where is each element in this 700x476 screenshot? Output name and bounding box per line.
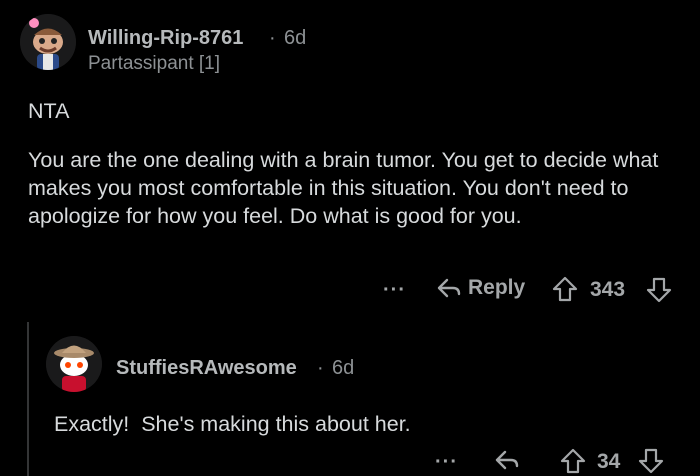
downvote-icon[interactable] <box>646 277 672 303</box>
snoo-avatar-icon <box>46 336 102 392</box>
more-options-button[interactable]: ··· <box>383 279 406 302</box>
reply-separator: · <box>317 357 324 379</box>
user-avatar[interactable] <box>20 14 76 70</box>
reply-label: Reply <box>468 276 526 299</box>
thread-line[interactable] <box>27 322 29 476</box>
comment-separator: · <box>269 27 276 49</box>
upvote-icon[interactable] <box>552 276 578 302</box>
comment-age: 6d <box>284 27 307 49</box>
reply-score: 34 <box>597 450 621 473</box>
reply-button[interactable]: Reply <box>436 276 525 300</box>
comment-body: You are the one dealing with a brain tum… <box>28 148 659 228</box>
reply-avatar[interactable] <box>46 336 102 392</box>
comment-score: 343 <box>590 278 626 301</box>
comment-username[interactable]: Willing-Rip-8761 <box>88 27 243 50</box>
user-flair: Partassipant [1] <box>88 53 221 74</box>
snoo-avatar-icon <box>20 14 76 70</box>
reply-more-options-button[interactable]: ··· <box>435 451 458 474</box>
reply-username[interactable]: StuffiesRAwesome <box>116 357 297 380</box>
reply-arrow-icon <box>437 278 461 298</box>
comment-verdict: NTA <box>28 99 70 123</box>
upvote-icon[interactable] <box>560 448 586 474</box>
reply-body: Exactly! She's making this about her. <box>54 412 411 436</box>
reply-arrow-icon[interactable] <box>494 449 520 471</box>
downvote-icon[interactable] <box>638 448 664 474</box>
reply-age: 6d <box>332 357 355 379</box>
